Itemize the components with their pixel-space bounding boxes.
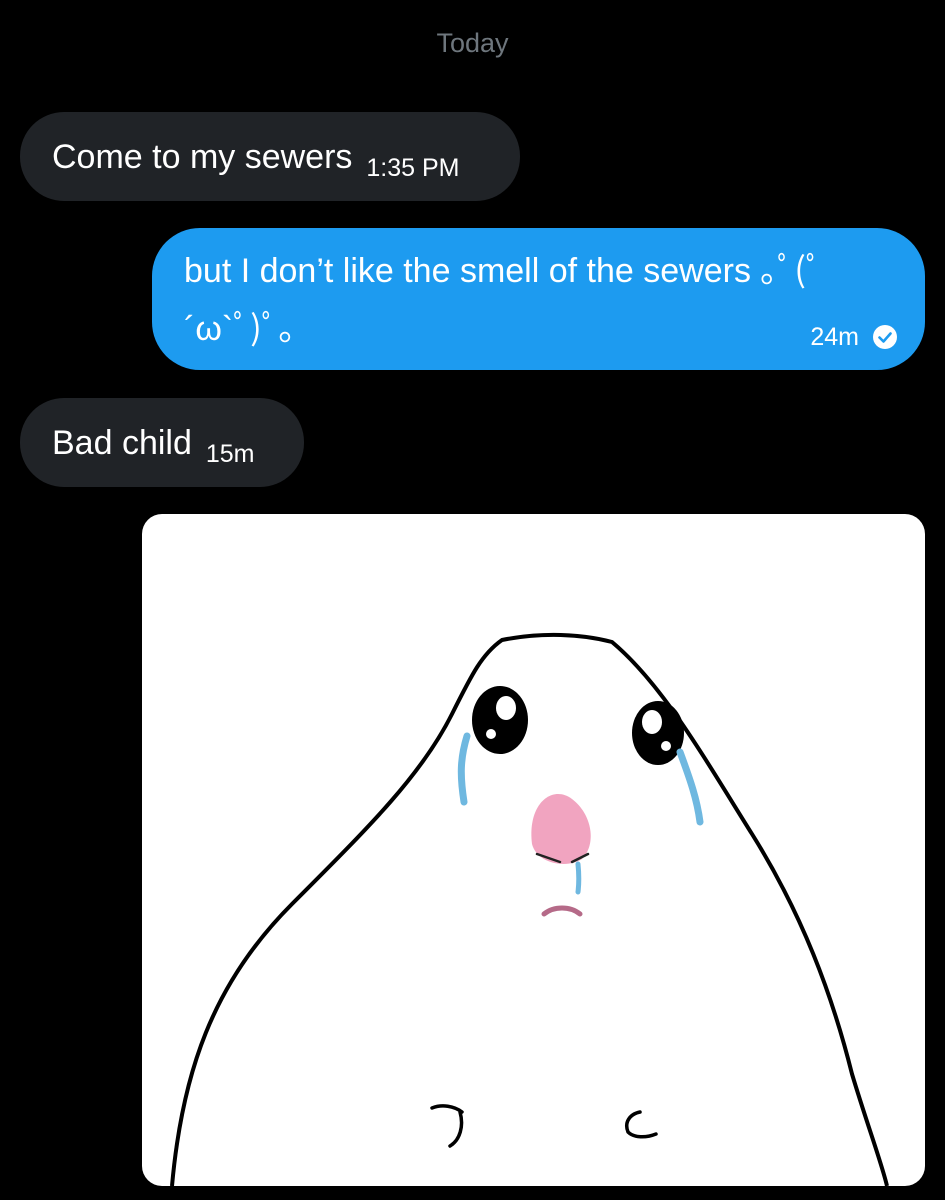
message-timestamp: 24m [810,323,859,351]
crying-hamster-illustration [170,632,889,1186]
message-timestamp: 15m [205,440,255,468]
message-bubble-incoming[interactable]: Come to my sewers 1:35 PM [20,112,520,201]
message-bubble-outgoing[interactable]: but I don’t like the smell of the sewers… [152,228,925,370]
message-timestamp: 1:35 PM [366,154,460,182]
message-text: but I don’t like the smell of the sewers… [184,252,823,348]
check-circle-icon [873,325,897,349]
message-bubble-incoming[interactable]: Bad child 15m [20,398,304,487]
message-text: Come to my sewers [52,138,353,176]
message-image[interactable] [142,514,925,1186]
date-divider: Today [436,28,509,58]
message-meta: 24m [810,322,897,352]
message-text: Bad child [52,424,192,462]
